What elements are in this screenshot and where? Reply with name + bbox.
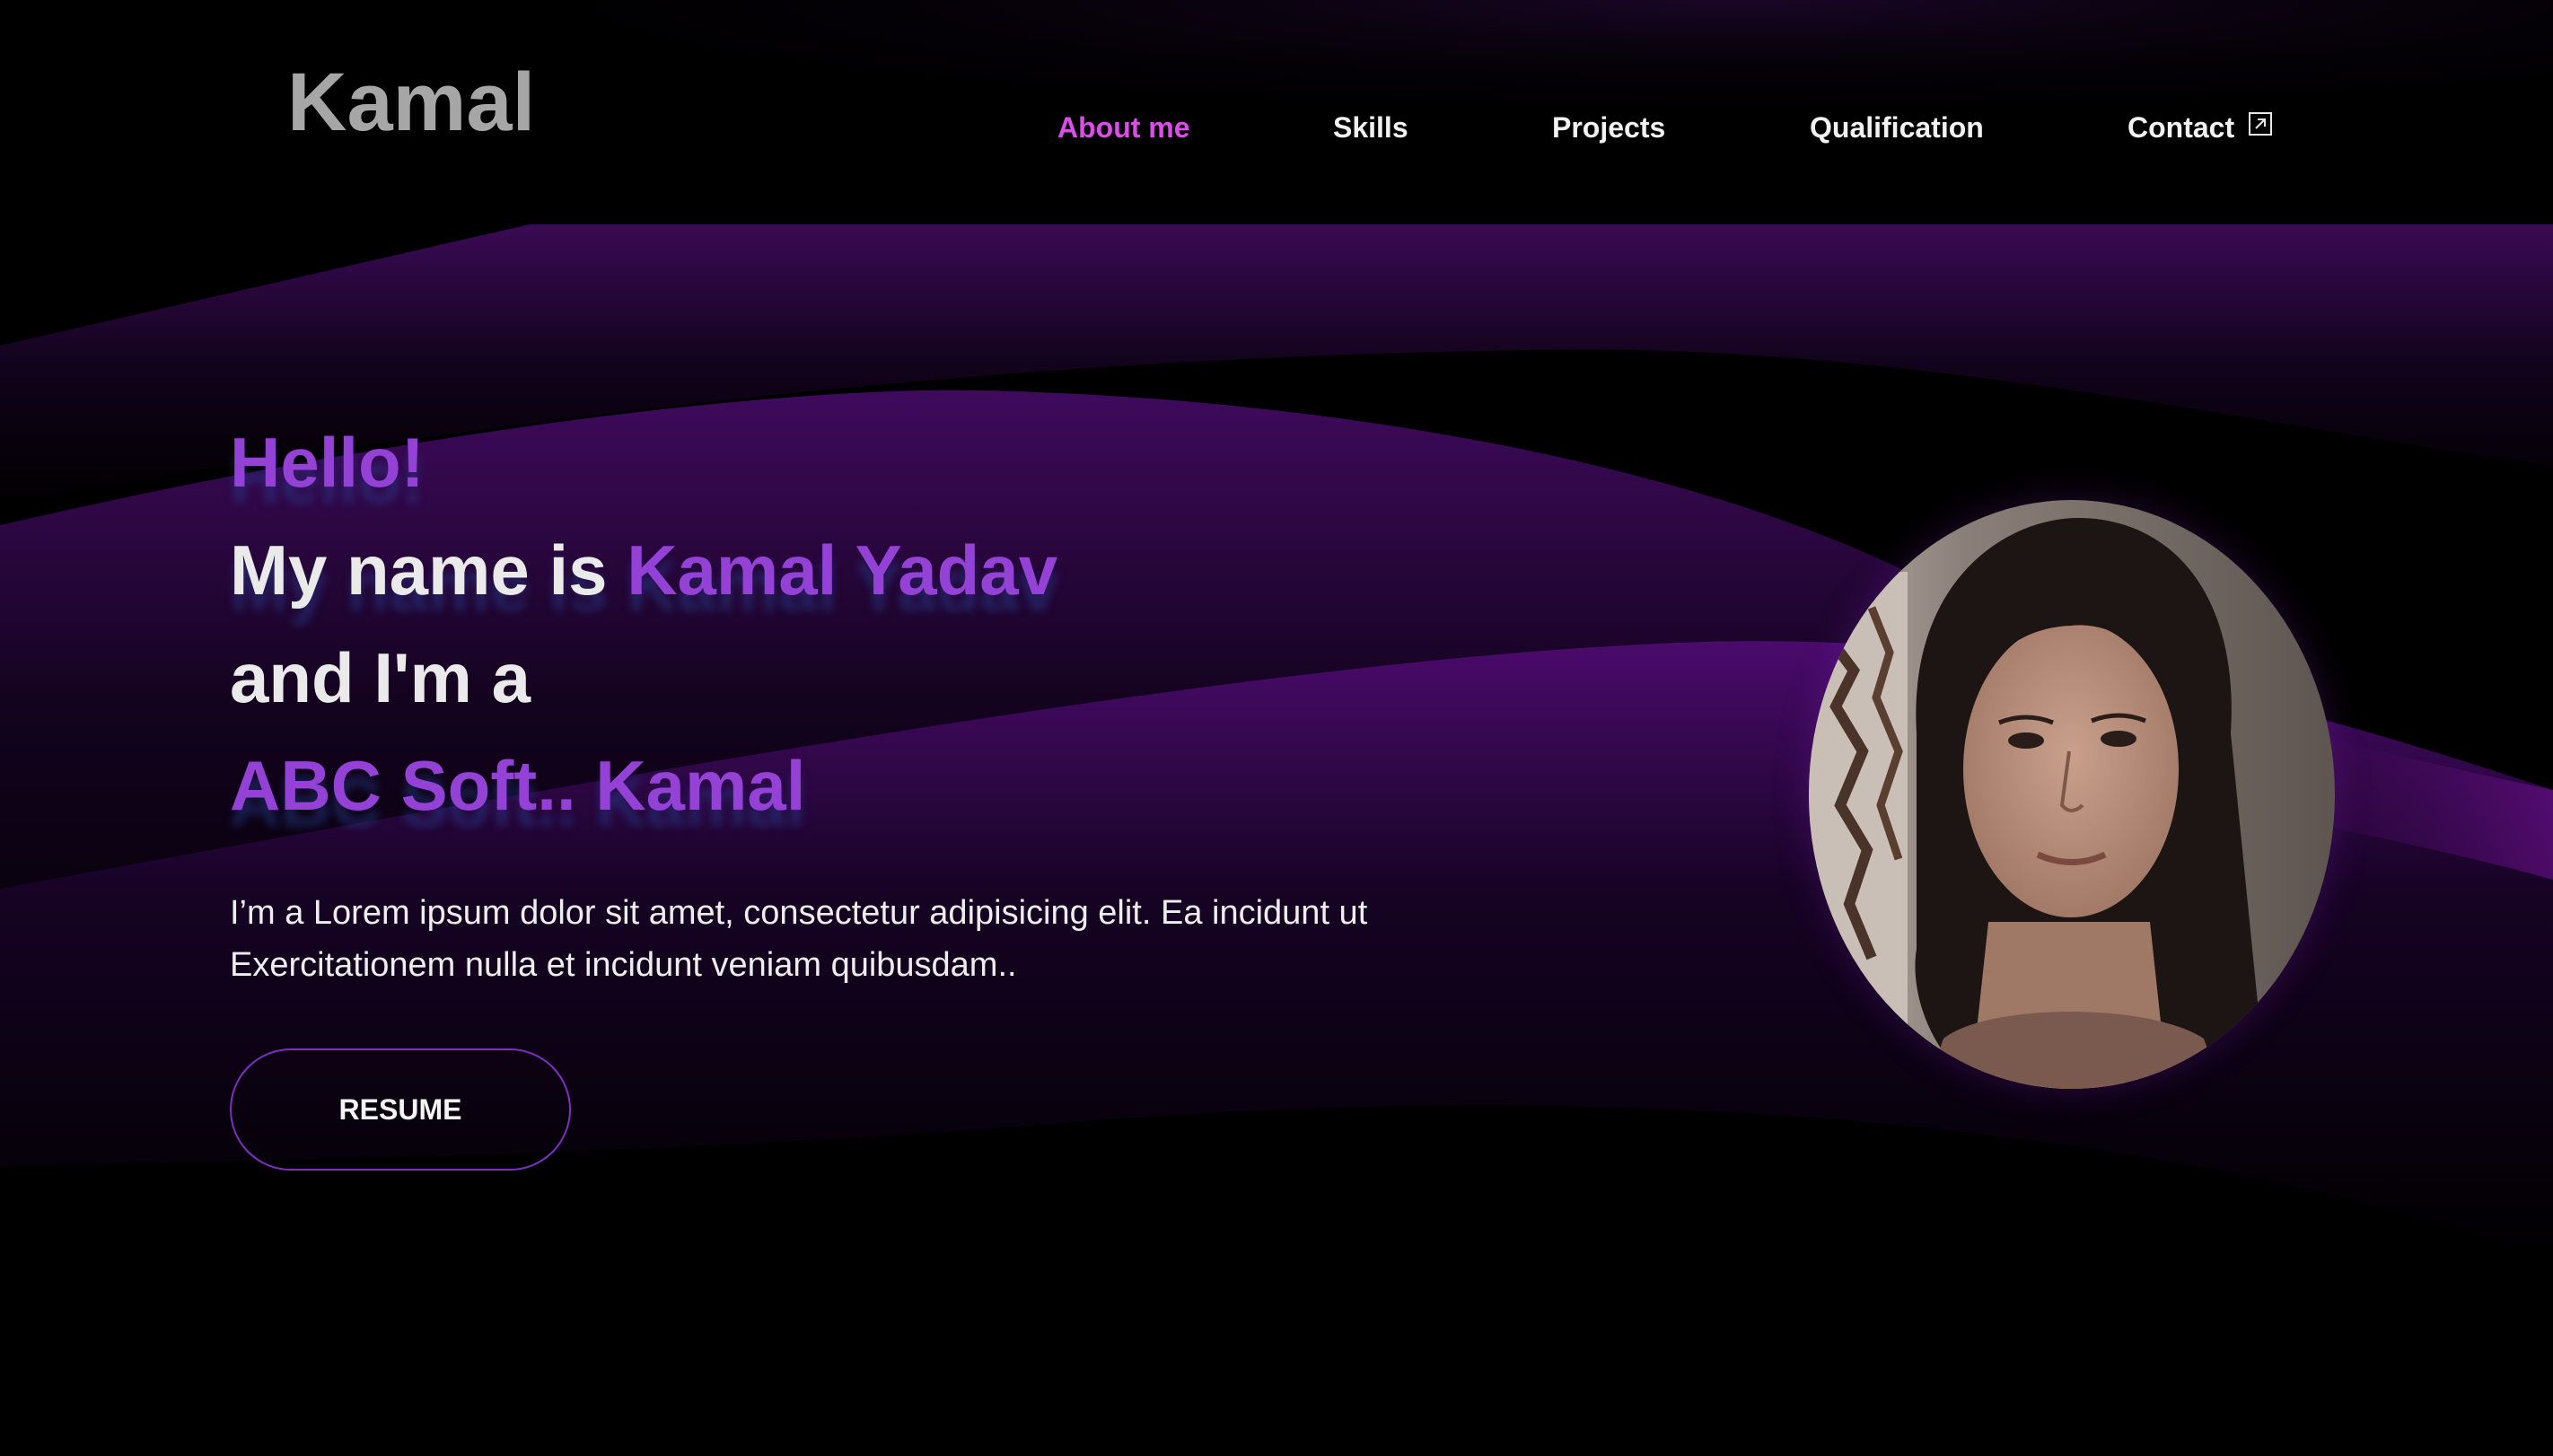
hero-description: I’m a Lorem ipsum dolor sit amet, consec…	[230, 894, 1368, 984]
profile-photo	[1809, 500, 2335, 1089]
resume-button[interactable]: RESUME	[230, 1048, 571, 1171]
hero-name-line: My name is Kamal Yadav	[230, 530, 1057, 611]
hero-role-prefix: and I'm a	[230, 638, 531, 717]
nav-item-skills[interactable]: Skills	[1333, 111, 1408, 145]
logo[interactable]: Kamal	[287, 56, 535, 150]
hero-name: Kamal Yadav	[627, 531, 1058, 610]
external-link-icon[interactable]	[2248, 111, 2273, 136]
nav-item-about-me[interactable]: About me	[1057, 111, 1190, 145]
navbar: Kamal About me Skills Projects Qualifica…	[0, 0, 2553, 224]
nav-item-qualification[interactable]: Qualification	[1810, 111, 1984, 145]
hero-role: ABC Soft.. Kamal	[230, 746, 806, 825]
nav-item-projects[interactable]: Projects	[1552, 111, 1665, 145]
portfolio-page: Kamal About me Skills Projects Qualifica…	[0, 0, 2553, 1456]
nav-item-contact[interactable]: Contact	[2128, 111, 2234, 145]
hero-greeting: Hello!	[230, 423, 425, 502]
hero-name-prefix: My name is	[230, 531, 627, 610]
